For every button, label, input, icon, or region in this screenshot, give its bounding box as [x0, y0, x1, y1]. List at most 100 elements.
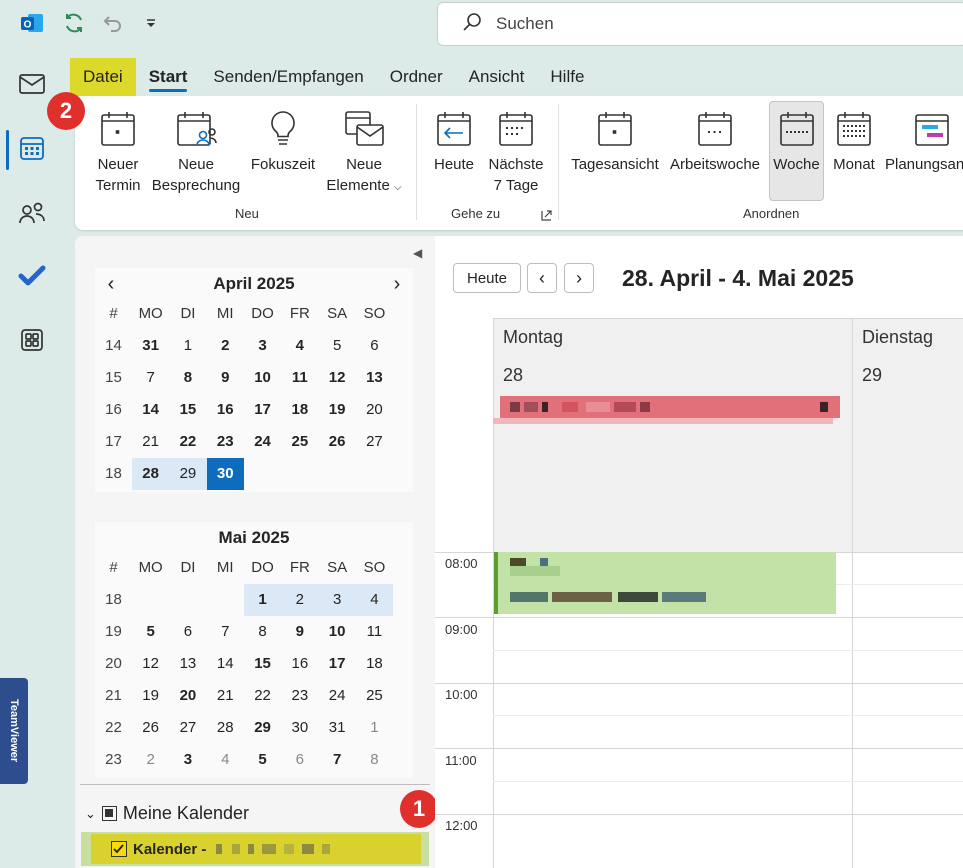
- day-cell[interactable]: 10: [318, 616, 355, 648]
- day-cell[interactable]: 13: [169, 648, 206, 680]
- previous-week-button[interactable]: ‹: [527, 263, 557, 293]
- day-cell[interactable]: 2: [207, 330, 244, 362]
- day-cell[interactable]: 10: [244, 362, 281, 394]
- calendar-app-button[interactable]: [14, 132, 50, 168]
- day-cell[interactable]: 26: [318, 426, 355, 458]
- day-cell[interactable]: 30: [206, 458, 244, 490]
- day-cell[interactable]: 2: [281, 584, 319, 616]
- day-cell[interactable]: 28: [132, 458, 170, 490]
- search-box[interactable]: Suchen: [437, 2, 963, 46]
- day-cell[interactable]: 8: [356, 744, 393, 776]
- new-items-button[interactable]: Neue Elemente ⌵: [323, 104, 405, 198]
- day-cell[interactable]: 30: [281, 712, 318, 744]
- day-cell[interactable]: 7: [318, 744, 355, 776]
- undo-icon[interactable]: [99, 10, 125, 36]
- week-view-button[interactable]: Woche: [769, 101, 824, 201]
- day-cell[interactable]: 19: [132, 680, 169, 712]
- day-cell[interactable]: 18: [356, 648, 393, 680]
- new-appointment-button[interactable]: Neuer Termin: [89, 104, 147, 196]
- day-cell[interactable]: 5: [318, 330, 355, 362]
- dialog-launcher-icon[interactable]: [541, 208, 552, 225]
- day-cell[interactable]: 17: [318, 648, 355, 680]
- day-cell[interactable]: 5: [132, 616, 169, 648]
- day-cell[interactable]: 15: [244, 648, 281, 680]
- tab-hilfe[interactable]: Hilfe: [537, 58, 597, 96]
- collapse-pane-icon[interactable]: ◀: [413, 246, 422, 260]
- day-cell[interactable]: 17: [244, 394, 281, 426]
- day-cell[interactable]: 3: [318, 584, 356, 616]
- mail-app-button[interactable]: [14, 68, 50, 104]
- day-cell[interactable]: 12: [318, 362, 355, 394]
- day-column-header[interactable]: Dienstag 29: [852, 319, 963, 553]
- day-cell[interactable]: 22: [169, 426, 206, 458]
- day-cell[interactable]: 9: [281, 616, 318, 648]
- day-cell[interactable]: 3: [169, 744, 206, 776]
- day-cell[interactable]: 7: [132, 362, 169, 394]
- day-cell[interactable]: 3: [244, 330, 281, 362]
- tab-ansicht[interactable]: Ansicht: [456, 58, 538, 96]
- my-calendars-group[interactable]: ⌄ Meine Kalender: [85, 803, 249, 824]
- more-apps-button[interactable]: [14, 324, 50, 360]
- day-cell[interactable]: 9: [207, 362, 244, 394]
- checkbox-checked-icon[interactable]: [111, 841, 127, 857]
- day-cell[interactable]: 27: [169, 712, 206, 744]
- day-cell[interactable]: 27: [356, 426, 393, 458]
- day-cell[interactable]: 15: [169, 394, 206, 426]
- day-cell[interactable]: 6: [356, 330, 393, 362]
- today-button[interactable]: Heute: [453, 263, 521, 293]
- quick-access-dropdown-icon[interactable]: [138, 10, 164, 36]
- day-cell[interactable]: 8: [169, 362, 206, 394]
- day-cell[interactable]: 29: [169, 458, 207, 490]
- day-cell[interactable]: 24: [318, 680, 355, 712]
- allday-event-red[interactable]: [500, 396, 840, 418]
- day-cell[interactable]: 1: [243, 584, 282, 616]
- month-view-button[interactable]: Monat: [829, 104, 879, 175]
- day-cell[interactable]: 21: [132, 426, 169, 458]
- calendar-event-green[interactable]: [494, 552, 836, 614]
- day-cell[interactable]: 12: [132, 648, 169, 680]
- tab-start[interactable]: Start: [136, 58, 201, 96]
- day-cell[interactable]: 24: [244, 426, 281, 458]
- next-7-days-button[interactable]: Nächste 7 Tage: [486, 104, 546, 196]
- day-cell[interactable]: 19: [318, 394, 355, 426]
- day-cell[interactable]: 18: [281, 394, 318, 426]
- day-cell[interactable]: 6: [169, 616, 206, 648]
- day-cell[interactable]: 26: [132, 712, 169, 744]
- day-cell[interactable]: 23: [281, 680, 318, 712]
- tab-ordner[interactable]: Ordner: [377, 58, 456, 96]
- day-cell[interactable]: 14: [207, 648, 244, 680]
- day-cell[interactable]: 6: [281, 744, 318, 776]
- next-week-button[interactable]: ›: [564, 263, 594, 293]
- people-app-button[interactable]: [14, 197, 50, 233]
- day-cell[interactable]: 13: [356, 362, 393, 394]
- day-cell[interactable]: 25: [281, 426, 318, 458]
- day-cell[interactable]: 4: [207, 744, 244, 776]
- tab-senden-empfangen[interactable]: Senden/Empfangen: [200, 58, 376, 96]
- new-meeting-button[interactable]: Neue Besprechung: [151, 104, 241, 196]
- day-cell[interactable]: 11: [281, 362, 318, 394]
- day-cell[interactable]: 1: [169, 330, 206, 362]
- day-cell[interactable]: 22: [244, 680, 281, 712]
- schedule-view-button[interactable]: Planungsan: [885, 104, 963, 175]
- day-cell[interactable]: 8: [244, 616, 281, 648]
- day-cell[interactable]: 2: [132, 744, 169, 776]
- day-cell[interactable]: 16: [207, 394, 244, 426]
- tab-datei[interactable]: Datei: [70, 58, 136, 96]
- sync-icon[interactable]: [61, 10, 87, 36]
- day-cell[interactable]: 20: [356, 394, 393, 426]
- day-view-button[interactable]: Tagesansicht: [569, 104, 661, 175]
- day-cell[interactable]: 7: [207, 616, 244, 648]
- day-cell[interactable]: 4: [355, 584, 394, 616]
- day-cell[interactable]: 31: [318, 712, 355, 744]
- day-cell[interactable]: 14: [132, 394, 169, 426]
- day-cell[interactable]: 23: [207, 426, 244, 458]
- todo-app-button[interactable]: [14, 260, 50, 296]
- day-cell[interactable]: 29: [244, 712, 281, 744]
- work-week-button[interactable]: Arbeitswoche: [666, 104, 764, 175]
- day-cell[interactable]: 16: [281, 648, 318, 680]
- day-cell[interactable]: 25: [356, 680, 393, 712]
- goto-today-button[interactable]: Heute: [428, 104, 480, 175]
- day-cell[interactable]: 21: [207, 680, 244, 712]
- day-cell[interactable]: 20: [169, 680, 206, 712]
- day-cell[interactable]: 11: [356, 616, 393, 648]
